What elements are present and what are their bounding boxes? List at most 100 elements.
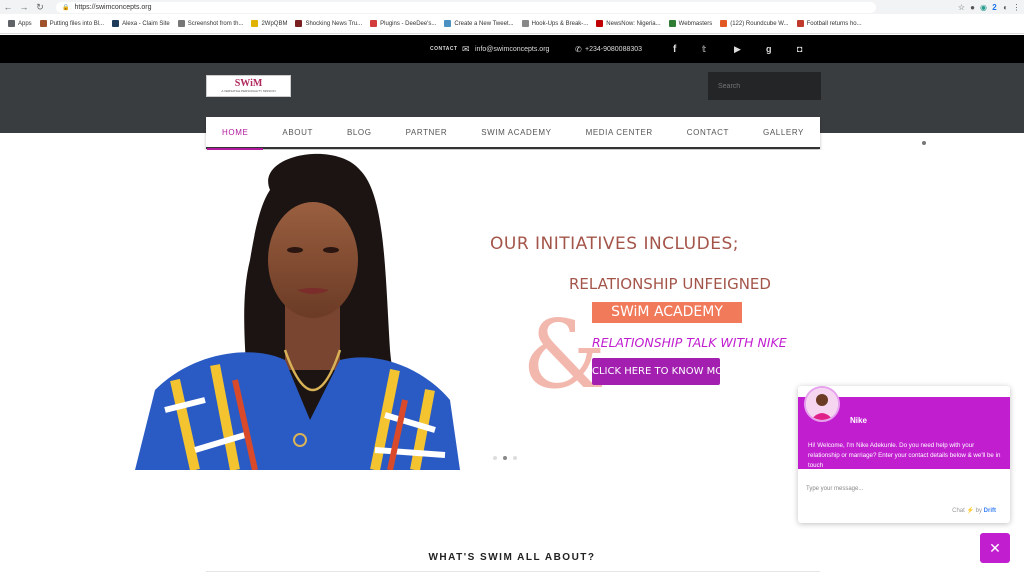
apps-grid-icon [8,20,15,27]
nav-item-swim-academy[interactable]: SWIM ACADEMY [481,116,551,148]
browser-toolbar: ← → ↻ 🔒 https://swimconcepts.org ☆ ● ◉ 2… [0,0,1024,14]
twitter-icon[interactable]: 𝕥 [702,44,706,55]
contact-topbar: CONTACT ✉ info@swimconcepts.org ✆ +234-9… [0,35,1024,63]
bookmark-favicon-icon [295,20,303,27]
hero-heading: OUR INITIATIVES INCLUDES; [490,234,739,254]
bookmark-favicon-icon [112,20,120,27]
section-divider [206,571,820,572]
bookmark-favicon-icon [720,20,728,27]
nav-item-about[interactable]: ABOUT [282,116,313,148]
bookmark-label: Alexa - Claim Site [122,20,170,27]
bookmark-label: Shocking News Tru... [305,20,363,27]
menu-icon[interactable]: ⋮ [1011,3,1022,12]
bookmark-favicon-icon [444,20,452,27]
lock-icon: 🔒 [62,4,70,11]
address-bar[interactable]: 🔒 https://swimconcepts.org [56,1,876,13]
bookmark-item[interactable]: Alexa - Claim Site [112,20,170,27]
close-icon: ✕ [989,539,1001,556]
bookmark-item[interactable]: Hook-Ups & Break-... [521,20,589,27]
chat-footer-by: by [975,508,982,514]
bookmark-label: Football returns ho... [806,20,862,27]
slider-dot[interactable] [513,456,517,460]
bookmark-item[interactable]: NewsNow: Nigeria... [596,20,661,27]
mail-icon: ✉ [462,43,470,54]
main-navigation: HOME ABOUT BLOG PARTNER SWIM ACADEMY MEDIA CE… [206,116,820,150]
contact-email[interactable]: info@swimconcepts.org [475,46,549,53]
youtube-icon[interactable]: ▶ [734,44,741,55]
nav-item-blog[interactable]: BLOG [347,116,372,148]
hero-line-relationship-unfeigned: RELATIONSHIP UNFEIGNED [569,275,771,293]
slider-dot[interactable] [493,456,497,460]
bookmark-item[interactable]: Screenshot from th... [177,20,244,27]
nav-item-media-center[interactable]: MEDIA CENTER [586,116,653,148]
chat-widget: Nike Hi! Welcome, I'm Nike Adekunle. Do … [798,386,1010,523]
bookmarks-bar: Apps Putting files into Bl... Alexa - Clai… [0,14,1024,34]
bookmark-item[interactable]: (122) Roundcube W... [720,20,789,27]
reload-icon[interactable]: ↻ [32,2,48,13]
chat-footer-prefix: Chat [952,508,965,514]
bookmark-label: Plugins - DeeDee's... [380,20,437,27]
logo-tagline: A VERSATILE PERSONALITY MISSION [221,89,276,93]
hero-line-talk-with-nike: RELATIONSHIP TALK WITH NIKE [592,335,787,350]
bookmark-item[interactable]: Football returns ho... [796,20,862,27]
bookmark-label: (122) Roundcube W... [730,20,789,27]
bookmark-apps[interactable]: Apps [8,20,32,27]
star-icon[interactable]: ☆ [956,3,967,12]
chat-footer: Chat ⚡ by Drift [952,507,996,514]
site-logo[interactable]: SWiM A VERSATILE PERSONALITY MISSION [206,75,291,97]
bookmark-item[interactable]: Plugins - DeeDee's... [370,20,436,27]
bookmark-item[interactable]: Webmasters [668,20,713,27]
extension-badge[interactable]: 2 [989,3,1000,12]
nav-item-contact[interactable]: CONTACT [687,116,729,148]
bookmark-favicon-icon [596,20,604,27]
bookmark-item[interactable]: Shocking News Tru... [295,20,362,27]
bookmark-label: Putting files into Bl... [49,20,105,27]
extension-icon[interactable]: ◉ [978,3,989,12]
phone-icon: ✆ [575,44,582,54]
bookmark-label: 2WpQBM [261,20,288,27]
hero-badge-swim-academy: SWiM ACADEMY [592,302,742,323]
bookmark-label: Webmasters [678,20,713,27]
chat-footer-brand[interactable]: Drift [984,508,996,514]
bookmark-favicon-icon [251,20,259,27]
bookmark-item[interactable]: Create a New Tweet... [444,20,514,27]
bookmark-label: Apps [18,20,32,27]
hero-slider: OUR INITIATIVES INCLUDES; RELATIONSHIP U… [135,150,827,470]
logo-title: SWiM [234,78,263,89]
instagram-icon[interactable]: ◘ [797,44,802,54]
bookmark-label: Hook-Ups & Break-... [531,20,589,27]
chat-message-input[interactable]: Type your message... [806,486,996,492]
bookmark-item[interactable]: Putting files into Bl... [39,20,105,27]
nav-item-home[interactable]: HOME [206,116,265,150]
bookmark-favicon-icon [370,20,378,27]
contact-label: CONTACT [430,46,458,52]
chat-avatar [804,386,840,422]
chat-agent-name: Nike [850,416,867,425]
bookmark-label: Screenshot from th... [187,20,244,27]
hero-portrait [135,153,460,470]
lightning-icon: ⚡ [966,508,974,514]
facebook-icon[interactable]: f [673,44,676,55]
hero-cta-button[interactable]: CLICK HERE TO KNOW MORE [592,358,736,385]
side-indicator-dot[interactable] [922,141,926,145]
hero-ampersand: & [522,300,607,410]
extension-icon[interactable]: ◐ [1000,3,1011,12]
nav-item-gallery[interactable]: GALLERY [763,116,804,148]
slider-pagination [493,456,517,460]
forward-icon[interactable]: → [16,2,32,12]
nav-item-partner[interactable]: PARTNER [406,116,448,148]
google-plus-icon[interactable]: g [766,44,772,54]
bookmark-favicon-icon [177,20,185,27]
contact-phone[interactable]: +234-9080088303 [585,46,642,53]
extension-icon[interactable]: ● [967,3,978,12]
bookmark-label: Create a New Tweet... [454,20,514,27]
bookmark-item[interactable]: 2WpQBM [251,20,287,27]
chat-welcome-message: Hi! Welcome, I'm Nike Adekunle. Do you n… [808,442,1001,469]
back-icon[interactable]: ← [0,2,16,12]
section-title: WHAT'S SWIM ALL ABOUT? [428,552,596,563]
bookmark-favicon-icon [521,20,529,27]
bookmark-favicon-icon [796,20,804,27]
search-input[interactable] [708,72,821,100]
chat-close-button[interactable]: ✕ [980,533,1010,563]
slider-dot[interactable] [503,456,507,460]
